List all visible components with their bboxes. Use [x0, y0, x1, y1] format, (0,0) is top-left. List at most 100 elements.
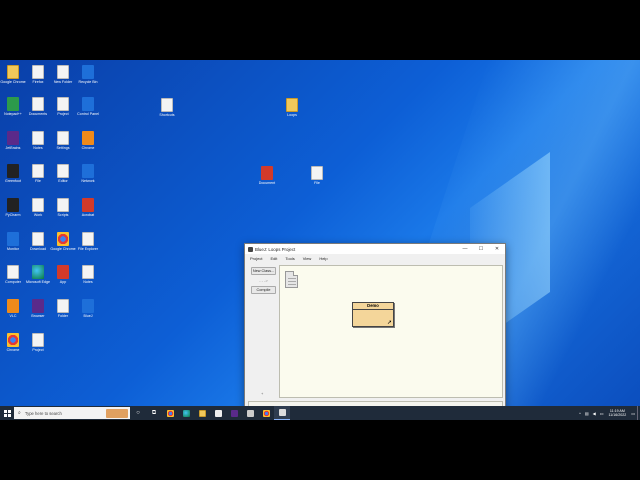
desktop-icon[interactable]: Microsoft Edge [25, 265, 51, 284]
desktop-icon[interactable]: Control Panel [75, 97, 101, 116]
desktop-icon[interactable]: Computer [0, 265, 26, 284]
desktop-file-icon [57, 232, 69, 246]
desktop-file-icon [57, 265, 69, 279]
menu-tools[interactable]: Tools [285, 256, 294, 261]
notifications-icon[interactable]: ▭ [631, 411, 635, 416]
desktop-icon-label: Google Chrome [50, 247, 76, 251]
desktop-icon[interactable]: File [25, 164, 51, 183]
menu-view[interactable]: View [303, 256, 312, 261]
desktop-file-icon [7, 97, 19, 111]
desktop-icon-label: JetBrains [5, 146, 21, 150]
clock[interactable]: 11:19 AM 11/16/2022 [608, 409, 626, 418]
desktop-icon[interactable]: Folder [50, 299, 76, 318]
desktop-icon-label: Recycle Bin [78, 80, 98, 84]
desktop-icon[interactable]: VLC [0, 299, 26, 318]
edge-icon[interactable] [178, 406, 194, 420]
menu-help[interactable]: Help [319, 256, 327, 261]
class-box-demo[interactable]: Demo ➚ [352, 302, 394, 327]
clock-date: 11/16/2022 [608, 413, 627, 417]
readme-file-icon[interactable] [285, 271, 298, 288]
app-icon[interactable] [226, 406, 242, 420]
desktop-icon[interactable]: Shortcuts [154, 98, 180, 117]
desktop-icon[interactable]: Network [75, 164, 101, 183]
desktop-icon[interactable]: File Explorer [75, 232, 101, 251]
class-diagram-canvas[interactable]: Demo ➚ [279, 265, 503, 398]
desktop-icon[interactable]: App [50, 265, 76, 284]
desktop-icon[interactable]: Acrobat [75, 198, 101, 217]
language-icon[interactable]: ▭ [600, 411, 604, 416]
task-view-icon[interactable]: ○ [130, 406, 146, 420]
close-button[interactable]: ✕ [489, 246, 505, 252]
desktop-icon[interactable]: Recycle Bin [75, 65, 101, 84]
desktop-icon[interactable]: Chrome [75, 131, 101, 150]
new-class-button[interactable]: New Class... [251, 267, 276, 275]
bluej-window[interactable]: BlueJ: Loops Project — ☐ ✕ Project Edit … [244, 243, 506, 420]
class-name-label: Demo [353, 303, 393, 310]
desktop-icon-label: File Explorer [77, 247, 99, 251]
desktop-file-icon [32, 333, 44, 347]
desktop-icon[interactable]: JetBrains [0, 131, 26, 150]
desktop-icon[interactable]: File [304, 166, 330, 185]
widgets-icon[interactable]: ⧉ [146, 406, 162, 420]
desktop-icon-label: Notes [33, 146, 43, 150]
desktop-icon[interactable]: Document [254, 166, 280, 185]
desktop-icon-label: Greenfoot [5, 179, 21, 183]
desktop-file-icon [57, 131, 69, 145]
chrome-icon-2[interactable] [258, 406, 274, 420]
machine-status-indicator: + [261, 391, 264, 396]
compile-button[interactable]: Compile [251, 286, 276, 294]
desktop-icon[interactable]: Documents [25, 97, 51, 116]
file-explorer-icon[interactable] [194, 406, 210, 420]
desktop-icon[interactable]: BlueJ [75, 299, 101, 318]
desktop-icon[interactable]: Work [25, 198, 51, 217]
window-title-bar[interactable]: BlueJ: Loops Project — ☐ ✕ [245, 244, 505, 254]
desktop-icon[interactable]: Google Chrome [0, 65, 26, 84]
desktop-file-icon [57, 198, 69, 212]
desktop-icon[interactable]: New Folder [50, 65, 76, 84]
network-icon[interactable]: ▤ [585, 411, 589, 416]
desktop-file-icon [32, 265, 44, 279]
mail-icon[interactable] [242, 406, 258, 420]
desktop-icon[interactable]: Monitor [0, 232, 26, 251]
desktop-icon[interactable]: Notepad++ [0, 97, 26, 116]
tool-sidebar: New Class... - - -> Compile + [248, 265, 279, 400]
desktop-icon[interactable]: Loops [279, 98, 305, 117]
desktop-icon[interactable]: Notes [25, 131, 51, 150]
volume-icon[interactable]: ◀ [593, 411, 596, 416]
menu-bar: Project Edit Tools View Help [245, 254, 505, 263]
desktop-icon[interactable]: Chrome [0, 333, 26, 352]
desktop-icon[interactable]: Settings [50, 131, 76, 150]
desktop-icon[interactable]: Google Chrome [50, 232, 76, 251]
minimize-button[interactable]: — [457, 246, 473, 252]
store-icon[interactable] [210, 406, 226, 420]
desktop-icon-label: Control Panel [77, 112, 99, 116]
desktop-file-icon [82, 97, 94, 111]
bluej-app-icon [248, 246, 253, 252]
chevron-up-icon[interactable]: ^ [579, 411, 581, 416]
search-icon: ⌕ [18, 410, 21, 416]
start-button[interactable] [0, 406, 14, 420]
bluej-taskbar-icon[interactable] [274, 406, 290, 420]
desktop-icon-label: Notes [83, 280, 93, 284]
desktop-icon[interactable]: Scripts [50, 198, 76, 217]
uses-arrow-button[interactable]: - - -> [251, 278, 276, 284]
desktop-icon-label: Browser [31, 314, 45, 318]
desktop-icon[interactable]: Project [25, 333, 51, 352]
desktop-icon-label: Project [32, 348, 44, 352]
desktop-icon[interactable]: Greenfoot [0, 164, 26, 183]
desktop-icon[interactable]: PyCharm [0, 198, 26, 217]
desktop-file-icon [57, 299, 69, 313]
chrome-icon[interactable] [162, 406, 178, 420]
desktop-file-icon [7, 131, 19, 145]
maximize-button[interactable]: ☐ [473, 246, 489, 252]
desktop-icon[interactable]: Download [25, 232, 51, 251]
desktop-icon[interactable]: Project [50, 97, 76, 116]
desktop-icon[interactable]: Notes [75, 265, 101, 284]
desktop-icon-label: Microsoft Edge [26, 280, 50, 284]
search-box[interactable]: ⌕ Type here to search [14, 407, 130, 419]
desktop-icon[interactable]: Editor [50, 164, 76, 183]
menu-project[interactable]: Project [250, 256, 262, 261]
desktop-icon[interactable]: Firefox [25, 65, 51, 84]
menu-edit[interactable]: Edit [270, 256, 277, 261]
desktop-icon[interactable]: Browser [25, 299, 51, 318]
